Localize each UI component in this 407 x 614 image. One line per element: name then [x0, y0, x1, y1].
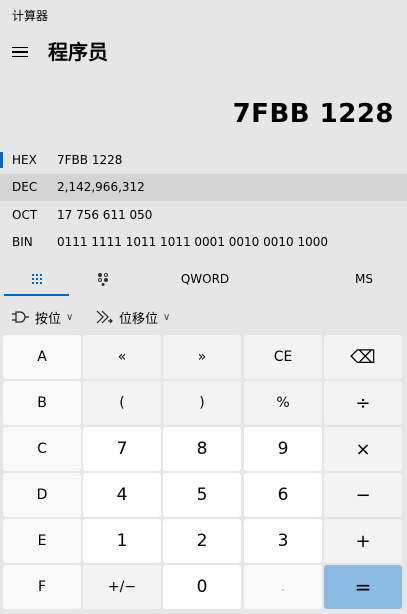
radix-row-bin[interactable]: BIN 0111 1111 1011 1011 0001 0010 0010 1…: [0, 229, 407, 257]
bitwise-dropdown[interactable]: 按位 ∨: [12, 300, 73, 334]
key-a[interactable]: A: [3, 335, 81, 379]
equals-button[interactable]: =: [324, 565, 402, 609]
radix-panel: HEX 7FBB 1228 DEC 2,142,966,312 OCT 17 7…: [0, 146, 407, 256]
divide-icon[interactable]: ÷: [324, 381, 402, 425]
radix-label: HEX: [12, 152, 37, 167]
plus-icon[interactable]: +: [324, 519, 402, 563]
chevron-down-icon: ∨: [66, 311, 74, 323]
key-5[interactable]: 5: [163, 473, 241, 517]
key-7[interactable]: 7: [83, 427, 161, 471]
app-header: 程序员: [0, 32, 407, 74]
radix-label: DEC: [12, 180, 38, 195]
selected-indicator: [0, 152, 3, 168]
operator-menus: 按位 ∨ 位移位 ∨: [0, 300, 407, 334]
radix-value: 17 756 611 050: [57, 207, 153, 222]
key-9[interactable]: 9: [244, 427, 322, 471]
keypad-icon: [31, 274, 42, 284]
keypad: A « » CE ⌫ B ( ) % ÷ C 7 8 9 × D 4 5 6 −…: [3, 335, 404, 611]
key-percent[interactable]: %: [244, 381, 322, 425]
key-3[interactable]: 3: [244, 519, 322, 563]
menu-icon-bar: [12, 46, 28, 49]
key-0[interactable]: 0: [163, 565, 241, 609]
key-e[interactable]: E: [3, 519, 81, 563]
backspace-icon[interactable]: ⌫: [324, 335, 402, 379]
active-tab-underline: [4, 294, 69, 296]
key-clear-entry[interactable]: CE: [244, 335, 322, 379]
page-title: 程序员: [48, 40, 108, 64]
key-1[interactable]: 1: [83, 519, 161, 563]
radix-value: 0111 1111 1011 1011 0001 0010 0010 1000: [57, 235, 329, 250]
radix-row-oct[interactable]: OCT 17 756 611 050: [0, 201, 407, 229]
memory-store-button[interactable]: MS: [340, 262, 388, 296]
chevron-down-icon: ∨: [163, 311, 171, 323]
menu-icon[interactable]: [4, 36, 36, 68]
menu-icon-bar: [12, 55, 28, 58]
tab-bit-toggling[interactable]: [70, 262, 135, 296]
key-4[interactable]: 4: [83, 473, 161, 517]
key-6[interactable]: 6: [244, 473, 322, 517]
keypad-mode-tabs: QWORD MS: [0, 262, 407, 296]
radix-label: OCT: [12, 207, 38, 222]
radix-value: 2,142,966,312: [57, 180, 145, 195]
bitshift-icon: [96, 310, 113, 324]
radix-row-hex[interactable]: HEX 7FBB 1228: [0, 146, 407, 174]
key-2[interactable]: 2: [163, 519, 241, 563]
bitshift-dropdown[interactable]: 位移位 ∨: [96, 300, 170, 334]
key-shift-left[interactable]: «: [83, 335, 161, 379]
key-8[interactable]: 8: [163, 427, 241, 471]
logic-gate-icon: [12, 311, 29, 323]
bit-toggle-icon: [97, 273, 108, 286]
key-c[interactable]: C: [3, 427, 81, 471]
key-open-paren[interactable]: (: [83, 381, 161, 425]
key-d[interactable]: D: [3, 473, 81, 517]
radix-label: BIN: [12, 235, 33, 250]
bitshift-label: 位移位: [119, 311, 159, 327]
key-close-paren[interactable]: ): [163, 381, 241, 425]
menu-icon-bar: [12, 51, 28, 53]
key-decimal[interactable]: .: [244, 565, 322, 609]
bitwise-label: 按位: [35, 311, 62, 327]
key-negate[interactable]: +/−: [83, 565, 161, 609]
key-shift-right[interactable]: »: [163, 335, 241, 379]
tab-word-size[interactable]: QWORD: [150, 262, 260, 296]
radix-value: 7FBB 1228: [57, 152, 123, 167]
result-display: 7FBB 1228: [232, 99, 394, 129]
key-f[interactable]: F: [3, 565, 81, 609]
minus-icon[interactable]: −: [324, 473, 402, 517]
tab-full-keypad[interactable]: [4, 262, 69, 296]
radix-row-dec[interactable]: DEC 2,142,966,312: [0, 173, 407, 201]
multiply-icon[interactable]: ×: [324, 427, 402, 471]
key-b[interactable]: B: [3, 381, 81, 425]
window-title: 计算器: [12, 9, 49, 23]
